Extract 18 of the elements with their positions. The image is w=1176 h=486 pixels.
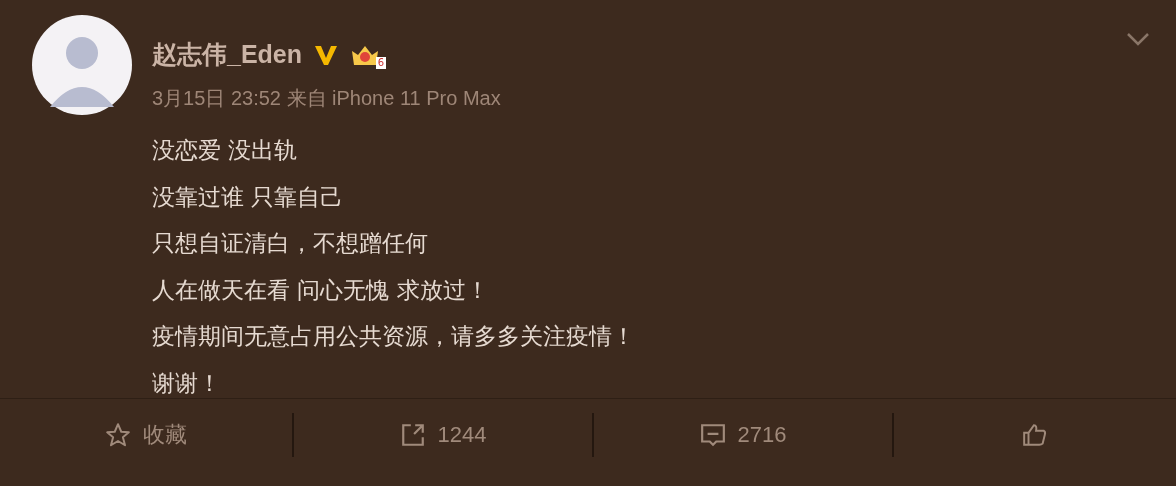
comment-button[interactable]: 2716 (695, 420, 791, 450)
user-name[interactable]: 赵志伟_Eden (152, 38, 303, 71)
star-icon (105, 422, 131, 448)
chevron-down-icon[interactable] (1126, 32, 1150, 46)
share-icon (399, 422, 426, 448)
avatar[interactable] (32, 15, 132, 115)
favorite-button[interactable]: 收藏 (101, 418, 191, 452)
comment-icon (699, 422, 726, 448)
post-text: 疫情期间无意占用公共资源，请多多关注疫情！ (152, 322, 636, 351)
repost-button[interactable]: 1244 (395, 420, 491, 450)
post-text: 谢谢！ (152, 368, 222, 398)
post-text: 人在做天在看 问心无愧 求放过！ (152, 275, 490, 305)
post-meta: 3月15日 23:52 来自 iPhone 11 Pro Max (152, 86, 501, 111)
post-text: 没恋爱 没出轨 (152, 136, 299, 165)
thumb-up-icon (1022, 422, 1048, 448)
verified-icon (314, 43, 339, 66)
post-text: 只想自证清白，不想蹭任何 (152, 229, 429, 258)
post-text: 没靠过谁 只靠自己 (152, 182, 345, 212)
